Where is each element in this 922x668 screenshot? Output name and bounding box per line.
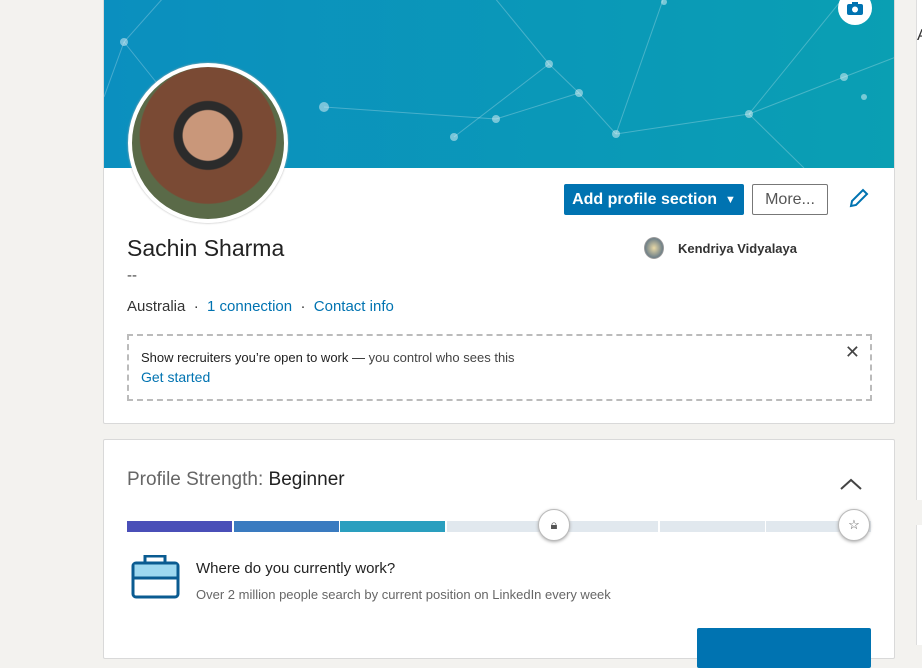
pencil-icon[interactable] (848, 187, 870, 209)
open-to-work-rest: you control who sees this (364, 350, 515, 365)
strength-segment (127, 521, 232, 532)
connections-link[interactable]: 1 connection (207, 298, 292, 315)
open-to-work-text: Show recruiters you’re open to work — yo… (141, 350, 858, 365)
right-sidebar-card-2 (916, 525, 922, 645)
close-icon[interactable]: ✕ (845, 342, 860, 363)
star-icon: ☆ (838, 509, 870, 541)
location: Australia (127, 298, 186, 315)
strength-question: Where do you currently work? (196, 560, 396, 577)
right-sidebar-card (916, 0, 922, 500)
profile-strength-card: Profile Strength: Beginner 🔒︎ ☆ Where do… (103, 439, 895, 668)
add-position-button[interactable] (697, 628, 871, 668)
strength-segment (446, 521, 552, 532)
briefcase-icon (131, 555, 180, 599)
strength-segment (340, 521, 445, 532)
right-sidebar-heading: A (917, 27, 922, 45)
school-link[interactable]: Kendriya Vidyalaya (644, 237, 797, 259)
caret-down-icon: ▼ (725, 193, 736, 206)
get-started-link[interactable]: Get started (141, 369, 858, 385)
profile-strength-title: Profile Strength: Beginner (127, 469, 345, 491)
add-profile-section-label: Add profile section (572, 190, 717, 208)
profile-top-card: Add profile section ▼ More... Sachin Sha… (103, 0, 895, 424)
camera-icon (847, 1, 863, 15)
open-to-work-banner: Show recruiters you’re open to work — yo… (127, 334, 872, 401)
open-to-work-bold: Show recruiters you’re open to work — (141, 350, 365, 365)
profile-headline: -- (127, 267, 137, 284)
school-logo (644, 237, 664, 259)
strength-label: Profile Strength: (127, 469, 269, 490)
strength-level: Beginner (268, 469, 345, 490)
strength-segment (233, 521, 339, 532)
school-name: Kendriya Vidyalaya (678, 240, 797, 256)
contact-info-link[interactable]: Contact info (314, 298, 394, 315)
more-button[interactable]: More... (752, 184, 828, 215)
avatar[interactable] (128, 63, 288, 223)
chevron-up-icon[interactable] (840, 478, 862, 490)
profile-name: Sachin Sharma (127, 235, 285, 261)
strength-segment (659, 521, 765, 532)
strength-subtext: Over 2 million people search by current … (196, 587, 611, 602)
profile-location-line: Australia · 1 connection · Contact info (127, 298, 394, 315)
lock-icon: 🔒︎ (538, 509, 570, 541)
add-profile-section-button[interactable]: Add profile section ▼ (564, 184, 744, 215)
